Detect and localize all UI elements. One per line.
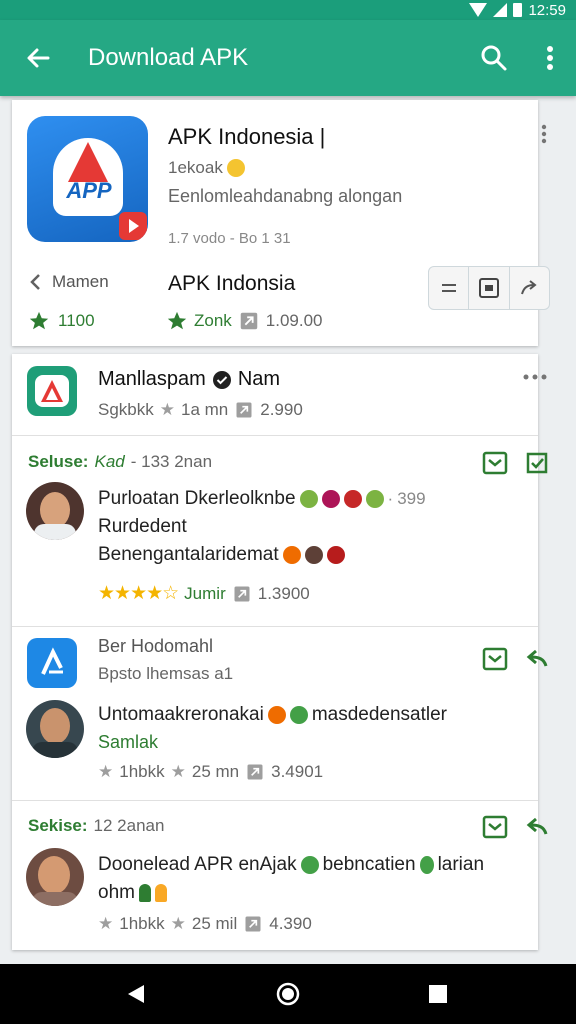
reviews-card: Manllaspam Nam Sgkbkk ★ 1a mn 2.990 Selu…: [12, 354, 548, 950]
app-logo-icon[interactable]: APP: [27, 116, 148, 242]
star-icon: ★: [159, 400, 175, 419]
battery-icon: [513, 3, 523, 17]
inbox-icon[interactable]: [482, 450, 508, 476]
download-icon: [236, 402, 252, 418]
share-arrow-icon: [521, 280, 537, 295]
app-small-icon[interactable]: [27, 366, 77, 416]
item-text-line2: Samlak: [98, 732, 159, 752]
item-text-line3: Benengantalaridemat: [98, 544, 345, 566]
app-name: APK Indonsia: [168, 272, 296, 295]
back-triangle-icon[interactable]: [124, 982, 148, 1006]
list-header-title: Manllaspam Nam: [98, 368, 281, 390]
card-more-icon[interactable]: [532, 122, 556, 146]
play-badge-icon: [119, 212, 147, 240]
reply-icon[interactable]: [524, 814, 550, 840]
save-button[interactable]: [469, 267, 510, 309]
equals-icon: [441, 284, 456, 292]
bookmark-check-icon[interactable]: [524, 450, 550, 476]
emoji-icon: [321, 490, 340, 508]
rating-value: 1100: [58, 311, 95, 330]
download-icon: [240, 312, 258, 330]
emoji-icon: [419, 856, 434, 874]
featured-app-card[interactable]: APP APK Indonesia | 1ekoak Eenlomleahdan…: [12, 100, 550, 346]
emoji-icon: [138, 884, 151, 902]
item-text-line1: Doonelead APR enAjak bebncatien larian: [98, 854, 485, 875]
app-meta: 1.7 vodo - Bo 1 31: [168, 230, 291, 247]
emoji-icon: [300, 856, 319, 874]
rating-stars-icon: ★★★★☆: [98, 583, 179, 604]
action-button-group: [428, 266, 550, 310]
avatar[interactable]: [26, 700, 84, 758]
emoji-icon: [304, 546, 323, 564]
more-horiz-icon[interactable]: [522, 372, 548, 382]
status-time: 12:59: [528, 1, 566, 19]
app-bar: Download APK: [0, 20, 576, 96]
download-count: 1.09.00: [265, 311, 323, 330]
emoji-icon: [365, 490, 384, 508]
share-button[interactable]: [510, 267, 549, 309]
inbox-icon[interactable]: [482, 646, 508, 672]
back-link[interactable]: Mamen: [26, 272, 109, 292]
save-icon: [478, 278, 499, 298]
rating-left: 1100: [28, 310, 95, 332]
item-text-line1: Purloatan Dkerleolknbe · 399: [98, 488, 426, 509]
emoji-icon: [343, 490, 362, 508]
list-header-meta: Sgkbkk ★ 1a mn 2.990: [98, 400, 303, 419]
rating-right: Zonk 1.09.00: [166, 310, 323, 332]
status-bar: 12:59: [0, 0, 576, 20]
item-text-line2: ohm: [98, 882, 167, 904]
back-link-label: Mamen: [52, 272, 109, 291]
page-title: Download APK: [88, 44, 249, 71]
signal-icon: [493, 3, 508, 17]
inbox-icon[interactable]: [482, 814, 508, 840]
item-rating: ★★★★☆ Jumir 1.3900: [98, 583, 310, 604]
search-icon[interactable]: [478, 42, 510, 74]
download-icon: [247, 764, 263, 780]
star-green-icon: [167, 311, 187, 330]
system-nav-bar: [0, 964, 576, 1024]
item-label: Sekise: 12 2anan: [28, 816, 165, 835]
reply-icon[interactable]: [524, 646, 550, 672]
item-title: Ber Hodomahl: [98, 636, 214, 656]
star-icon: ★: [98, 914, 114, 933]
star-icon: ★: [170, 914, 186, 933]
download-icon: [234, 586, 250, 601]
emoji-icon: [289, 706, 308, 724]
menu-button[interactable]: [429, 267, 470, 309]
item-label: Seluse: Kad - 133 2nan: [28, 452, 213, 471]
more-vert-icon[interactable]: [534, 42, 566, 74]
app-title: APK Indonesia |: [168, 124, 326, 149]
app-small-icon[interactable]: [27, 638, 77, 688]
app-logo-text: APP: [66, 178, 112, 203]
recents-square-icon[interactable]: [426, 982, 450, 1006]
download-icon: [245, 916, 261, 932]
item-meta: ★ 1hbkk ★ 25 mil 4.390: [98, 914, 312, 933]
avatar[interactable]: [26, 848, 84, 906]
emoji-icon: [282, 546, 301, 564]
chevron-left-icon: [30, 274, 40, 290]
developer-name: 1ekoak: [168, 158, 223, 177]
avatar[interactable]: [26, 482, 84, 540]
arrow-back-icon[interactable]: [22, 42, 54, 74]
rating-right-label: Zonk: [194, 311, 232, 330]
home-circle-icon[interactable]: [276, 982, 300, 1006]
wifi-icon: [469, 3, 488, 17]
emoji-icon: [299, 490, 318, 508]
emoji-icon: [226, 159, 245, 177]
star-green-icon: [29, 311, 49, 330]
star-icon: ★: [98, 762, 114, 781]
verified-check-icon: [212, 370, 231, 389]
emoji-icon: [154, 884, 167, 902]
item-meta: ★ 1hbkk ★ 25 mn 3.4901: [98, 762, 324, 781]
emoji-icon: [267, 706, 286, 724]
item-text-line2: Rurdedent: [98, 516, 187, 537]
item-subtitle: Bpsto lhemsas a1: [98, 664, 234, 683]
emoji-icon: [326, 546, 345, 564]
app-subtitle: Eenlomleahdanabng alongan: [168, 186, 403, 206]
star-icon: ★: [170, 762, 186, 781]
item-text-line1: Untomaakreronakai masdedensatler: [98, 704, 448, 725]
